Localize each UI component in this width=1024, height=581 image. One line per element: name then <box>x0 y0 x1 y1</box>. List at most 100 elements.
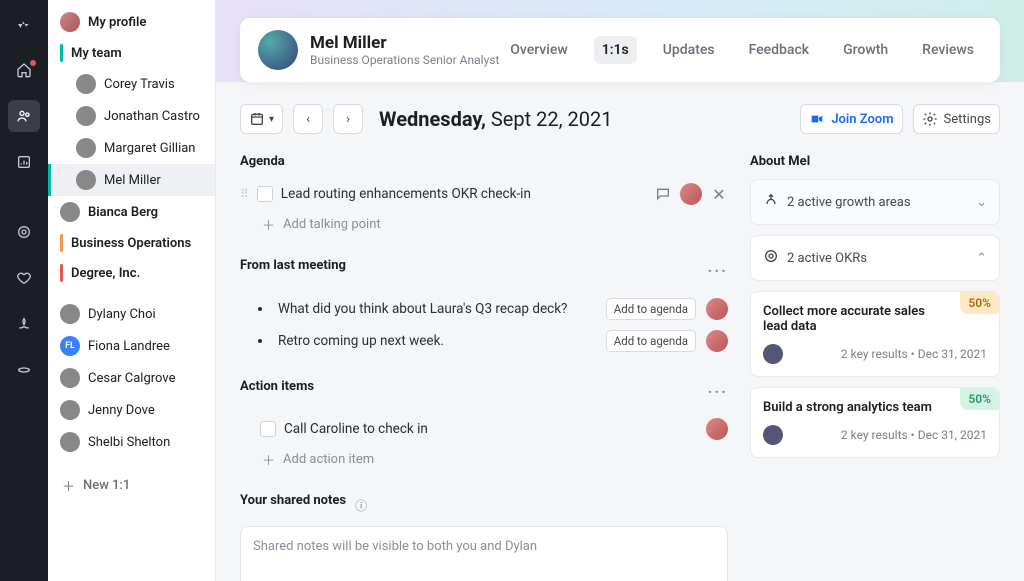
avatar <box>60 202 80 222</box>
sidebar-item[interactable]: Degree, Inc. <box>48 258 215 288</box>
profile-card: Mel Miller Business Operations Senior An… <box>240 18 1000 82</box>
sidebar-label: Dylany Choi <box>88 307 156 322</box>
target-icon <box>763 248 779 268</box>
icon-rail <box>0 0 48 581</box>
shared-notes-input[interactable]: Shared notes will be visible to both you… <box>240 526 728 581</box>
more-icon[interactable]: ··· <box>708 261 728 280</box>
sidebar-label: Shelbi Shelton <box>88 435 170 450</box>
tab-overview[interactable]: Overview <box>502 36 575 64</box>
last-meeting-section: From last meeting··· What did you think … <box>240 258 728 357</box>
sidebar-label: Jonathan Castro <box>104 109 200 124</box>
more-icon[interactable]: ··· <box>708 382 728 401</box>
tab-updates[interactable]: Updates <box>655 36 723 64</box>
people-icon[interactable] <box>8 100 40 132</box>
assignee-avatar[interactable] <box>706 418 728 440</box>
tab-1:1s[interactable]: 1:1s <box>594 36 637 64</box>
section-heading: Your shared notes <box>240 493 346 508</box>
sidebar-recent[interactable]: Dylany Choi <box>48 298 215 330</box>
wellness-icon[interactable] <box>8 308 40 340</box>
profile-avatar <box>258 30 298 70</box>
sidebar-label: Cesar Calgrove <box>88 371 175 386</box>
toolbar: ▾ ‹ › Wednesday, Sept 22, 2021 Join Zoom… <box>240 104 1000 134</box>
sidebar-recent[interactable]: Shelbi Shelton <box>48 426 215 458</box>
profile-role: Business Operations Senior Analyst <box>310 53 499 67</box>
checkbox[interactable] <box>257 186 273 202</box>
drag-handle-icon[interactable]: ⠿ <box>240 187 249 201</box>
item-text: What did you think about Laura's Q3 reca… <box>278 301 596 317</box>
add-action-item[interactable]: ＋Add action item <box>240 444 728 471</box>
avatar <box>76 138 96 158</box>
next-button[interactable]: › <box>333 104 363 134</box>
sidebar-label: Margaret Gillian <box>104 141 195 156</box>
tab-growth[interactable]: Growth <box>835 36 896 64</box>
avatar: FL <box>60 336 80 356</box>
add-to-agenda-button[interactable]: Add to agenda <box>606 298 696 320</box>
tab-feedback[interactable]: Feedback <box>741 36 817 64</box>
date-title: Wednesday, Sept 22, 2021 <box>379 107 612 131</box>
caret-down-icon: ▾ <box>269 114 274 125</box>
sidebar-team-member[interactable]: Corey Travis <box>48 68 215 100</box>
avatar <box>76 170 96 190</box>
calendar-picker[interactable]: ▾ <box>240 104 283 134</box>
target-icon[interactable] <box>8 216 40 248</box>
comment-icon[interactable] <box>654 185 672 203</box>
sidebar-label: Degree, Inc. <box>71 266 140 281</box>
okr-percent: 50% <box>960 292 999 314</box>
add-talking-point[interactable]: ＋Add talking point <box>240 209 728 236</box>
chevron-up-icon: ⌃ <box>976 251 987 266</box>
sidebar-label: Fiona Landree <box>88 339 170 354</box>
okr-title: Collect more accurate sales lead data <box>763 304 987 334</box>
okr-card[interactable]: 50%Build a strong analytics team2 key re… <box>750 387 1000 458</box>
okrs-card[interactable]: 2 active OKRs ⌃ <box>750 235 1000 281</box>
plus-icon: ＋ <box>262 450 275 469</box>
prev-button[interactable]: ‹ <box>293 104 323 134</box>
sidebar-team-member[interactable]: Margaret Gillian <box>48 132 215 164</box>
sidebar-recent[interactable]: FL Fiona Landree <box>48 330 215 362</box>
okr-meta: 2 key results • Dec 31, 2021 <box>841 428 987 442</box>
sidebar-label: New 1:1 <box>83 478 130 493</box>
last-meeting-item: What did you think about Laura's Q3 reca… <box>240 293 728 325</box>
assignee-avatar[interactable] <box>680 183 702 205</box>
avatar <box>60 432 80 452</box>
okr-title: Build a strong analytics team <box>763 400 987 415</box>
card-label: 2 active OKRs <box>787 251 867 266</box>
agenda-section: Agenda ⠿ Lead routing enhancements OKR c… <box>240 154 728 236</box>
close-icon[interactable]: ✕ <box>710 185 728 203</box>
shared-notes-section: Your shared notes ⓘ Shared notes will be … <box>240 493 728 581</box>
heart-icon[interactable] <box>8 262 40 294</box>
sync-icon[interactable] <box>8 354 40 386</box>
sidebar-my-team[interactable]: My team <box>48 38 215 68</box>
okr-card[interactable]: 50%Collect more accurate sales lead data… <box>750 291 1000 377</box>
home-icon[interactable] <box>8 54 40 86</box>
sidebar-my-profile[interactable]: My profile <box>48 6 215 38</box>
sidebar-team-member[interactable]: Mel Miller <box>48 164 215 196</box>
chevron-down-icon: ⌄ <box>976 195 987 210</box>
sidebar-item[interactable]: Bianca Berg <box>48 196 215 228</box>
growth-areas-card[interactable]: 2 active growth areas ⌄ <box>750 179 1000 225</box>
plus-icon: ＋ <box>62 476 75 495</box>
avatar <box>60 368 80 388</box>
avatar <box>60 304 80 324</box>
info-icon[interactable]: ⓘ <box>352 497 370 515</box>
assignee-avatar[interactable] <box>706 330 728 352</box>
action-items-section: Action items··· Call Caroline to check i… <box>240 379 728 471</box>
avatar <box>763 344 783 364</box>
growth-icon <box>763 192 779 212</box>
new-1-1-button[interactable]: ＋ New 1:1 <box>48 468 215 503</box>
section-heading: Action items <box>240 379 314 394</box>
sidebar-team-member[interactable]: Jonathan Castro <box>48 100 215 132</box>
sidebar-item[interactable]: Business Operations <box>48 228 215 258</box>
tab-reviews[interactable]: Reviews <box>914 36 982 64</box>
agenda-item: ⠿ Lead routing enhancements OKR check-in… <box>240 179 728 209</box>
assignee-avatar[interactable] <box>706 298 728 320</box>
avatar <box>60 400 80 420</box>
checkbox[interactable] <box>260 421 276 437</box>
chart-icon[interactable] <box>8 146 40 178</box>
add-to-agenda-button[interactable]: Add to agenda <box>606 330 696 352</box>
sidebar-recent[interactable]: Jenny Dove <box>48 394 215 426</box>
join-zoom-button[interactable]: Join Zoom <box>800 104 902 134</box>
okr-meta: 2 key results • Dec 31, 2021 <box>841 347 987 361</box>
logo-icon[interactable] <box>8 8 40 40</box>
sidebar-recent[interactable]: Cesar Calgrove <box>48 362 215 394</box>
settings-button[interactable]: Settings <box>913 104 1000 134</box>
